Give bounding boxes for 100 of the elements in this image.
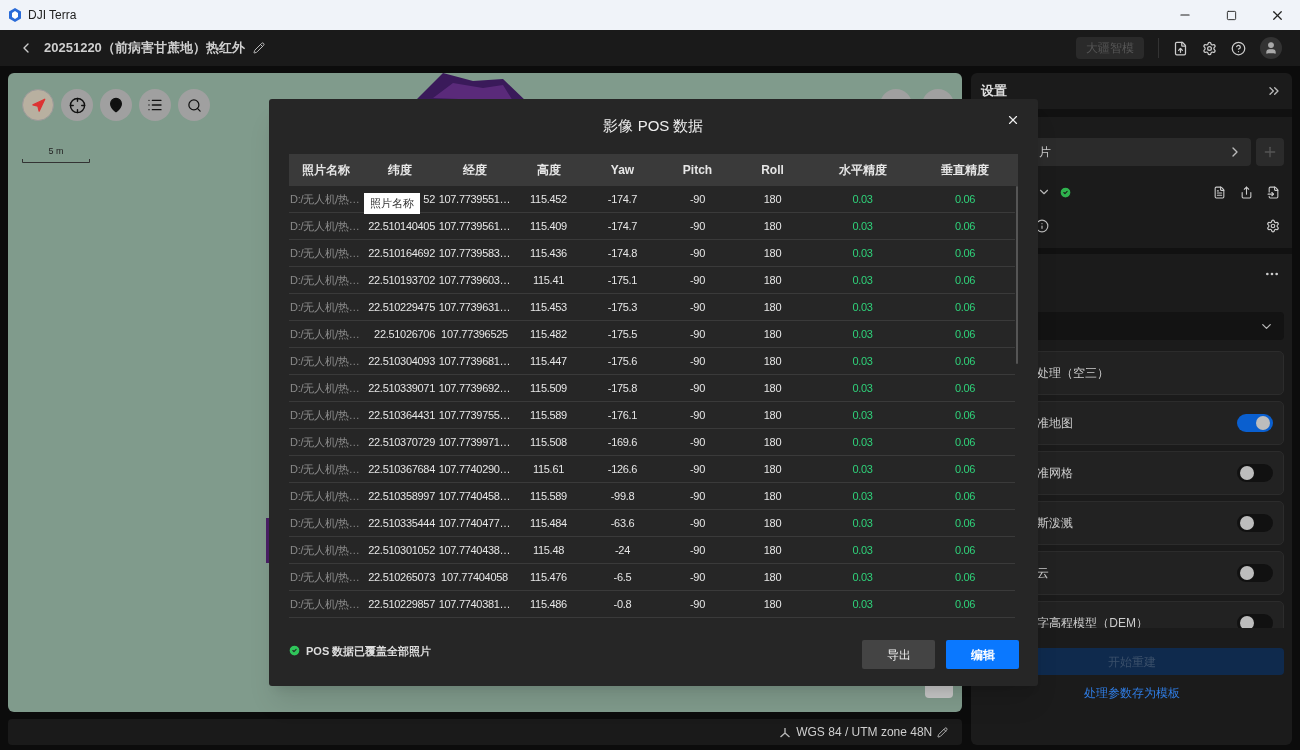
table-cell-text: D:/无人机/热… [290, 299, 360, 315]
avatar[interactable] [1260, 37, 1282, 59]
table-cell-text: 115.589 [530, 488, 567, 504]
table-cell-text: 22.510140405 [368, 218, 435, 234]
table-cell-text: -90 [690, 380, 705, 396]
edit-button[interactable]: 编辑 [946, 640, 1019, 669]
table-row[interactable]: D:/无人机/热… 22.510304093 107.7739681… 115.447 -175.6 -90 180 0.03 0.06 [289, 348, 1015, 375]
table-row[interactable]: D:/无人机/热… 22.510164692 107.7739583… 115.436 -174.8 -90 180 0.03 0.06 [289, 240, 1015, 267]
table-cell-text: 180 [763, 488, 782, 504]
table-row[interactable]: D:/无人机/热… 22.510335444 107.7740477… 115.484 -63.6 -90 180 0.03 0.06 [289, 510, 1015, 537]
document-icon[interactable] [1213, 185, 1226, 199]
table-cell-text: D:/无人机/热… [290, 353, 360, 369]
table-cell-text: 0.03 [852, 407, 873, 423]
table-cell-text: 115.409 [530, 218, 567, 234]
help-icon[interactable] [1231, 40, 1246, 56]
table-cell-text: D:/无人机/热… [290, 218, 360, 234]
table-cell-text: -99.8 [610, 488, 635, 504]
table-cell-text: 22.510364431 [368, 407, 435, 423]
close-button[interactable] [1006, 113, 1020, 127]
table-cell-text: -90 [690, 245, 705, 261]
table-cell-text: 0.06 [954, 488, 976, 504]
table-cell-text: 22.510358997 [368, 488, 435, 504]
app-logo-icon [8, 8, 22, 22]
table-cell-text: -175.8 [607, 380, 638, 396]
table-cell-text: 107.7739631… [438, 299, 511, 315]
table-row[interactable]: D:/无人机/热… 22.510229857 107.7740381… 115.486 -0.8 -90 180 0.03 0.06 [289, 591, 1015, 618]
table-cell-text: 107.7740477… [438, 515, 511, 531]
table-cell-text: D:/无人机/热… [290, 542, 360, 558]
table-row[interactable]: D:/无人机/热… 22.510370729 107.7739971… 115.508 -169.6 -90 180 0.03 0.06 [289, 429, 1015, 456]
table-row[interactable]: D:/无人机/热… 22.510301052 107.7740438… 115.48 -24 -90 180 0.03 0.06 [289, 537, 1015, 564]
table-cell-text: 180 [763, 542, 782, 558]
marker-button[interactable] [100, 89, 132, 121]
info-icon[interactable] [1035, 219, 1050, 233]
table-row[interactable]: D:/无人机/热… 22.510193702 107.7739603… 115.41 -175.1 -90 180 0.03 0.06 [289, 267, 1015, 294]
table-cell-text: 0.03 [852, 461, 873, 477]
table-cell-text: 22.510164692 [368, 245, 435, 261]
edit-icon[interactable] [252, 42, 265, 54]
report-upload-icon[interactable] [1173, 40, 1188, 56]
scrollbar[interactable] [1016, 186, 1018, 364]
table-cell-text: -90 [690, 326, 705, 342]
table-cell-text: -90 [690, 218, 705, 234]
toggle-switch[interactable] [1237, 564, 1273, 582]
map-pin-icon [108, 97, 124, 113]
table-cell-text: 180 [763, 407, 782, 423]
table-cell-text: 180 [763, 353, 782, 369]
table-cell-text: 22.510304093 [368, 353, 435, 369]
export-button[interactable]: 导出 [862, 640, 935, 669]
table-cell-text: -174.8 [607, 245, 638, 261]
table-cell-text: D:/无人机/热… [290, 245, 360, 261]
table-cell-text: 115.452 [530, 191, 567, 207]
table-cell-text: 115.484 [530, 515, 567, 531]
save-template-link[interactable]: 处理参数存为模板 [1083, 684, 1180, 702]
table-row[interactable]: D:/无人机/热… 22.510367684 107.7740290… 115.61 -126.6 -90 180 0.03 0.06 [289, 456, 1015, 483]
toggle-switch[interactable] [1237, 614, 1273, 628]
table-cell-text: 115.509 [530, 380, 567, 396]
toggle-switch[interactable] [1237, 414, 1273, 432]
table-cell-text: 22.510229475 [368, 299, 435, 315]
table-cell-text: D:/无人机/热… [290, 569, 360, 585]
table-cell-text: 115.436 [530, 245, 567, 261]
edit-icon[interactable] [937, 726, 949, 738]
option-label: 云 [1037, 565, 1050, 582]
table-row[interactable]: D:/无人机/热… 22.510364431 107.7739755… 115.589 -176.1 -90 180 0.03 0.06 [289, 402, 1015, 429]
table-cell-text: 0.06 [954, 299, 976, 315]
table-cell-text: 107.7739603… [438, 272, 511, 288]
table-cell-text: -90 [690, 434, 705, 450]
table-cell-text: 0.06 [954, 380, 976, 396]
toggle-switch[interactable] [1237, 464, 1273, 482]
table-cell-text: 107.7739971… [438, 434, 511, 450]
table-cell-text: 107.77404058 [441, 569, 508, 585]
table-cell-text: 22.510339071 [368, 380, 435, 396]
settings-icon[interactable] [1202, 40, 1217, 56]
table-row[interactable]: D:/无人机/热… 22.51026706 107.77396525 115.482 -175.5 -90 180 0.03 0.06 [289, 321, 1015, 348]
export-icon[interactable] [1240, 185, 1253, 199]
table-cell-text: 107.7739561… [438, 218, 511, 234]
table-row[interactable]: D:/无人机/热… 22.510265073 107.77404058 115.476 -6.5 -90 180 0.03 0.06 [289, 564, 1015, 591]
scale-label: 5 m [48, 145, 64, 158]
option-label: 准网格 [1037, 465, 1074, 482]
table-cell-text: -90 [690, 191, 705, 207]
table-cell-text: 107.7740438… [438, 542, 511, 558]
table-cell-text: 0.03 [852, 353, 873, 369]
column-header: Yaw [610, 162, 635, 179]
table-cell-text: 180 [763, 461, 782, 477]
table-cell-text: 0.06 [954, 434, 976, 450]
table-row[interactable]: D:/无人机/热… 22.510229475 107.7739631… 115.453 -175.3 -90 180 0.03 0.06 [289, 294, 1015, 321]
list-button[interactable] [139, 89, 171, 121]
locate-button[interactable] [61, 89, 93, 121]
table-row[interactable]: D:/无人机/热… 22.510339071 107.7739692… 115.509 -175.8 -90 180 0.03 0.06 [289, 375, 1015, 402]
table-row[interactable]: D:/无人机/热… 22.510358997 107.7740458… 115.589 -99.8 -90 180 0.03 0.06 [289, 483, 1015, 510]
table-cell-text: 180 [763, 245, 782, 261]
table-cell-text: 0.03 [852, 272, 873, 288]
search-button[interactable] [178, 89, 210, 121]
table-cell-text: 115.447 [530, 353, 567, 369]
option-label: 斯泼溅 [1037, 515, 1074, 532]
import-icon[interactable] [1267, 185, 1280, 199]
crosshair-icon [68, 96, 86, 114]
settings-icon[interactable] [1266, 219, 1280, 233]
table-cell-text: -90 [690, 596, 705, 612]
toggle-switch[interactable] [1237, 514, 1273, 532]
table-cell-text: 107.7739583… [438, 245, 511, 261]
table-cell-text: -90 [690, 353, 705, 369]
